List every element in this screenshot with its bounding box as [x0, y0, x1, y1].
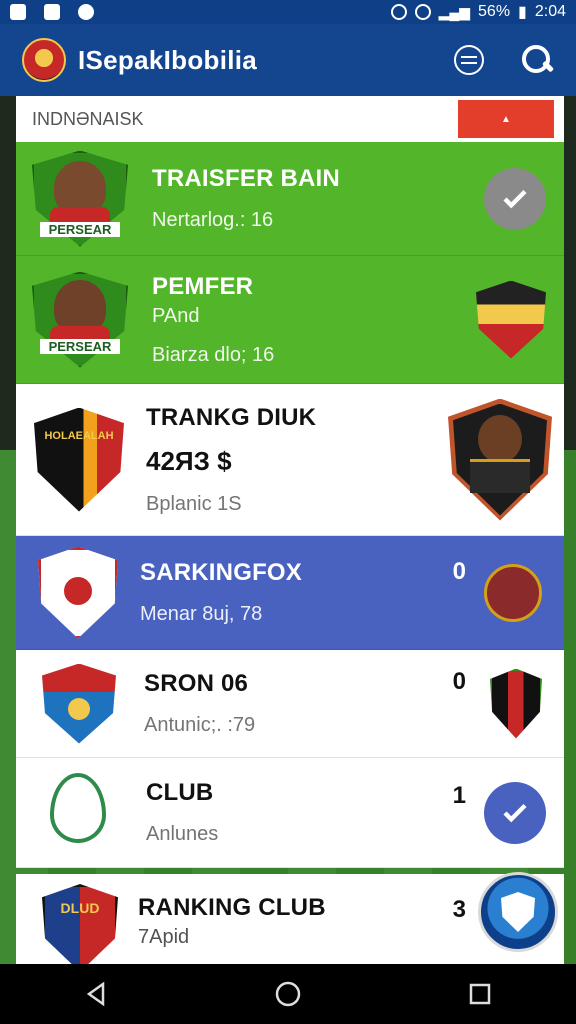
recents-icon[interactable] [460, 974, 500, 1014]
club-crest-icon [484, 563, 542, 622]
status-bar: ▂▄▆ 56% ▮ 2:04 [0, 0, 576, 24]
list-item[interactable]: HOLAEALAH TRANKG DIUK 42ЯЗ $ Bplanic 1S [16, 384, 564, 536]
player-shirt [470, 458, 530, 493]
crest-label: HOLAEALAH [44, 429, 114, 442]
club-crest [50, 772, 110, 853]
crest-emblem [68, 697, 90, 720]
battery-level: 56% [478, 3, 511, 20]
filter-icon[interactable] [454, 45, 484, 75]
signal-icon: ▂▄▆ [438, 3, 471, 20]
floating-action-button[interactable] [478, 872, 558, 952]
list-item[interactable]: CLUB Anlunes 1 [16, 758, 564, 868]
player-badge-label: PERSEAR [40, 221, 120, 237]
player-face [478, 414, 522, 463]
list-item[interactable]: PERSEAR TRAISFER BAIN Nertarlog.: 16 [16, 142, 564, 256]
row-score: 0 [452, 558, 466, 585]
check-icon[interactable] [484, 167, 546, 230]
list-item[interactable]: SRON 06 Antunic;. :79 0 [16, 650, 564, 758]
back-icon[interactable] [76, 974, 116, 1014]
check-icon[interactable] [484, 781, 546, 844]
list-item[interactable]: SARKINGFOX Menar 8uj, 78 0 [16, 536, 564, 650]
club-crest [38, 546, 118, 639]
crest-emblem [50, 772, 106, 843]
player-badge-label: PERSEAR [40, 338, 120, 354]
notification-icon [44, 4, 60, 20]
club-crest [42, 663, 116, 744]
list-item[interactable]: PERSEAR PEMFER PAnd Biarza dlo; 16 [16, 256, 564, 384]
club-crest: HOLAEALAH [34, 407, 124, 512]
sort-dropdown[interactable]: ▲ [458, 100, 554, 138]
row-score: 3 [452, 896, 466, 923]
clock: 2:04 [534, 3, 566, 20]
dropdown-arrow-icon: ▲ [501, 113, 511, 125]
app-logo-icon [22, 38, 66, 82]
system-nav-bar [0, 964, 576, 1024]
alarm-icon [390, 4, 407, 20]
list-header-label: INDNƏNAISK [32, 108, 144, 129]
crest-label: DLUD [60, 900, 100, 916]
home-icon[interactable] [268, 974, 308, 1014]
club-crest-icon [490, 668, 542, 739]
crest-emblem [60, 572, 96, 609]
shield-icon [414, 4, 431, 20]
ranking-list: INDNƏNAISK ▲ PERSEAR TRAISFER BAIN Nerta… [16, 96, 564, 972]
app-bar: ISepakIbobilia [0, 24, 576, 96]
notification-icon [10, 4, 26, 20]
player-badge-icon [448, 398, 552, 521]
app-title: ISepakIbobilia [78, 44, 258, 75]
club-crest: DLUD [42, 884, 118, 972]
notification-icons [10, 4, 94, 20]
player-avatar: PERSEAR [32, 271, 128, 368]
row-score: 0 [452, 668, 466, 695]
battery-icon: ▮ [518, 4, 527, 21]
club-crest-icon [501, 892, 535, 932]
player-avatar: PERSEAR [32, 150, 128, 247]
club-crest-icon [476, 280, 546, 359]
list-header: INDNƏNAISK ▲ [16, 96, 564, 142]
search-icon[interactable] [520, 43, 554, 77]
row-score: 1 [452, 782, 466, 809]
notification-icon [78, 4, 94, 20]
